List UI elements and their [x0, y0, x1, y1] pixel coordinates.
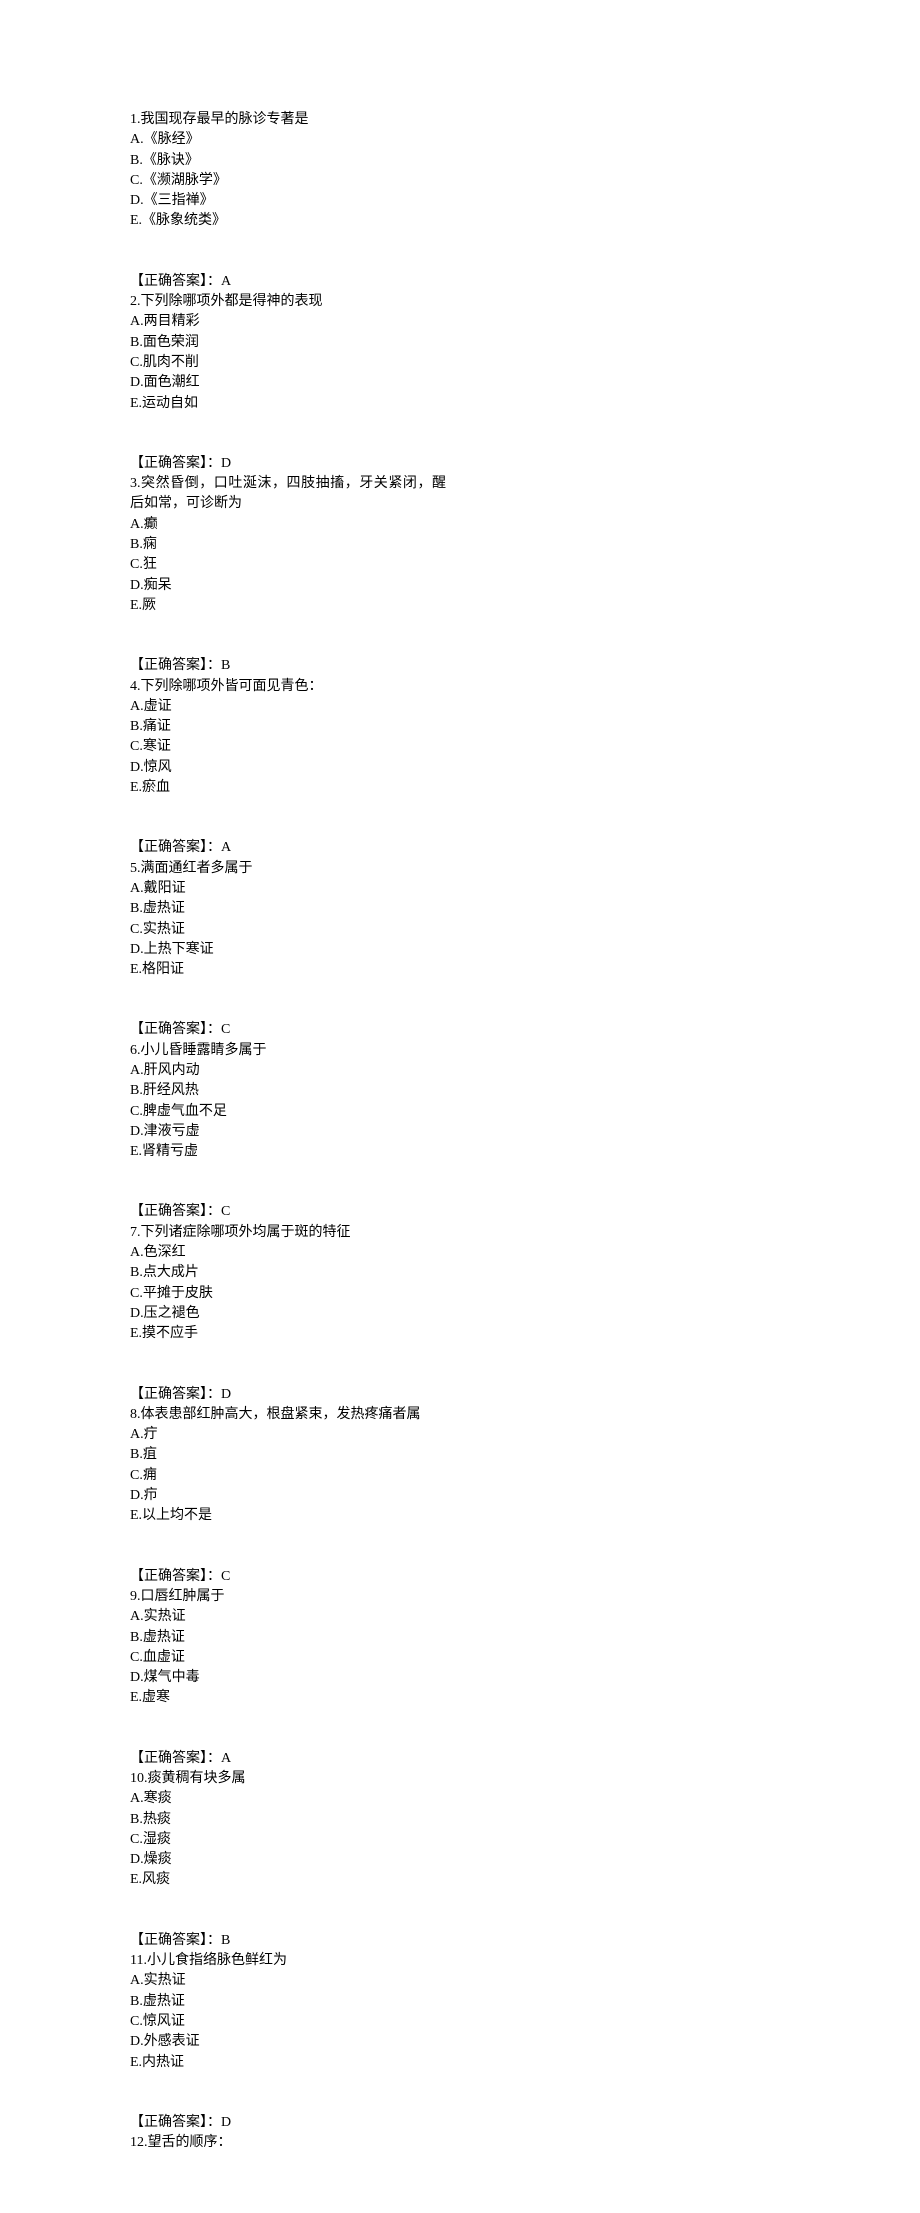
answer-block: 【正确答案】：C9.口唇红肿属于A.实热证B.虚热证C.血虚证D.煤气中毒E.虚… — [130, 1567, 446, 1709]
option-line: E.厥 — [130, 596, 446, 616]
option-line: A.实热证 — [130, 1971, 446, 1991]
answer-block: 【正确答案】：A10.痰黄稠有块多属A.寒痰B.热痰C.湿痰D.燥痰E.风痰 — [130, 1749, 446, 1891]
option-line: C.平摊于皮肤 — [130, 1284, 446, 1304]
answer-line: 【正确答案】：C — [130, 1567, 446, 1587]
option-line: B.面色荣润 — [130, 333, 446, 353]
option-line: C.肌肉不削 — [130, 353, 446, 373]
question-text: 4.下列除哪项外皆可面见青色： — [130, 677, 446, 697]
option-line: A.疔 — [130, 1425, 446, 1445]
option-line: D.津液亏虚 — [130, 1122, 446, 1142]
answer-line: 【正确答案】：C — [130, 1020, 446, 1040]
option-line: D.煤气中毒 — [130, 1668, 446, 1688]
option-line: B.点大成片 — [130, 1263, 446, 1283]
option-line: E.以上均不是 — [130, 1506, 446, 1526]
option-line: C.实热证 — [130, 920, 446, 940]
question-text: 5.满面通红者多属于 — [130, 859, 446, 879]
option-line: B.疽 — [130, 1445, 446, 1465]
option-line: C.《濒湖脉学》 — [130, 171, 446, 191]
option-line: D.外感表证 — [130, 2032, 446, 2052]
option-line: D.疖 — [130, 1486, 446, 1506]
answer-block: 【正确答案】：D12.望舌的顺序： — [130, 2113, 446, 2154]
question-text: 2.下列除哪项外都是得神的表现 — [130, 292, 446, 312]
option-line: A.虚证 — [130, 697, 446, 717]
option-line: D.压之褪色 — [130, 1304, 446, 1324]
option-line: A.戴阳证 — [130, 879, 446, 899]
answer-line: 【正确答案】：B — [130, 1931, 446, 1951]
option-line: B.肝经风热 — [130, 1081, 446, 1101]
option-line: E.《脉象统类》 — [130, 211, 446, 231]
question-text: 11.小儿食指络脉色鲜红为 — [130, 1951, 446, 1971]
option-line: B.热痰 — [130, 1810, 446, 1830]
option-line: D.面色潮红 — [130, 373, 446, 393]
question-text: 12.望舌的顺序： — [130, 2133, 446, 2153]
option-line: C.脾虚气血不足 — [130, 1102, 446, 1122]
option-line: B.《脉诀》 — [130, 151, 446, 171]
option-line: D.惊风 — [130, 758, 446, 778]
option-line: A.寒痰 — [130, 1789, 446, 1809]
option-line: D.《三指禅》 — [130, 191, 446, 211]
option-line: B.虚热证 — [130, 1992, 446, 2012]
question-text: 6.小儿昏睡露睛多属于 — [130, 1041, 446, 1061]
option-line: A.癫 — [130, 515, 446, 535]
question-text: 10.痰黄稠有块多属 — [130, 1769, 446, 1789]
question-text: 7.下列诸症除哪项外均属于斑的特征 — [130, 1223, 446, 1243]
option-line: A.肝风内动 — [130, 1061, 446, 1081]
answer-line: 【正确答案】：D — [130, 2113, 446, 2133]
option-line: C.惊风证 — [130, 2012, 446, 2032]
option-line: C.狂 — [130, 555, 446, 575]
option-line: E.运动自如 — [130, 394, 446, 414]
answer-line: 【正确答案】：A — [130, 272, 446, 292]
question-block: 1.我国现存最早的脉诊专著是A.《脉经》B.《脉诀》C.《濒湖脉学》D.《三指禅… — [130, 110, 446, 232]
option-line: A.色深红 — [130, 1243, 446, 1263]
option-line: C.湿痰 — [130, 1830, 446, 1850]
option-line: E.瘀血 — [130, 778, 446, 798]
option-line: E.格阳证 — [130, 960, 446, 980]
option-line: E.内热证 — [130, 2053, 446, 2073]
answer-line: 【正确答案】：D — [130, 1385, 446, 1405]
option-line: E.虚寒 — [130, 1688, 446, 1708]
answer-block: 【正确答案】：B11.小儿食指络脉色鲜红为A.实热证B.虚热证C.惊风证D.外感… — [130, 1931, 446, 2073]
answer-block: 【正确答案】：B4.下列除哪项外皆可面见青色：A.虚证B.痛证C.寒证D.惊风E… — [130, 656, 446, 798]
option-line: B.虚热证 — [130, 1628, 446, 1648]
option-line: E.摸不应手 — [130, 1324, 446, 1344]
question-text: 1.我国现存最早的脉诊专著是 — [130, 110, 446, 130]
option-line: C.痈 — [130, 1466, 446, 1486]
answer-block: 【正确答案】：D3.突然昏倒，口吐涎沫，四肢抽搐，牙关紧闭，醒后如常，可诊断为A… — [130, 454, 446, 616]
option-line: C.血虚证 — [130, 1648, 446, 1668]
option-line: C.寒证 — [130, 737, 446, 757]
answer-line: 【正确答案】：C — [130, 1202, 446, 1222]
answer-line: 【正确答案】：A — [130, 1749, 446, 1769]
answer-line: 【正确答案】：A — [130, 838, 446, 858]
option-line: D.上热下寒证 — [130, 940, 446, 960]
question-text: 9.口唇红肿属于 — [130, 1587, 446, 1607]
option-line: B.痛证 — [130, 717, 446, 737]
answer-block: 【正确答案】：A5.满面通红者多属于A.戴阳证B.虚热证C.实热证D.上热下寒证… — [130, 838, 446, 980]
option-line: E.风痰 — [130, 1870, 446, 1890]
option-line: B.虚热证 — [130, 899, 446, 919]
option-line: D.燥痰 — [130, 1850, 446, 1870]
answer-block: 【正确答案】：A2.下列除哪项外都是得神的表现A.两目精彩B.面色荣润C.肌肉不… — [130, 272, 446, 414]
answer-line: 【正确答案】：D — [130, 454, 446, 474]
option-line: A.《脉经》 — [130, 130, 446, 150]
answer-block: 【正确答案】：D8.体表患部红肿高大，根盘紧束，发热疼痛者属A.疔B.疽C.痈D… — [130, 1385, 446, 1527]
question-text: 3.突然昏倒，口吐涎沫，四肢抽搐，牙关紧闭，醒后如常，可诊断为 — [130, 474, 446, 515]
option-line: D.痴呆 — [130, 576, 446, 596]
option-line: A.两目精彩 — [130, 312, 446, 332]
answer-block: 【正确答案】：C7.下列诸症除哪项外均属于斑的特征A.色深红B.点大成片C.平摊… — [130, 1202, 446, 1344]
question-text: 8.体表患部红肿高大，根盘紧束，发热疼痛者属 — [130, 1405, 446, 1425]
answer-block: 【正确答案】：C6.小儿昏睡露睛多属于A.肝风内动B.肝经风热C.脾虚气血不足D… — [130, 1020, 446, 1162]
option-line: A.实热证 — [130, 1607, 446, 1627]
option-line: B.痫 — [130, 535, 446, 555]
answer-line: 【正确答案】：B — [130, 656, 446, 676]
option-line: E.肾精亏虚 — [130, 1142, 446, 1162]
